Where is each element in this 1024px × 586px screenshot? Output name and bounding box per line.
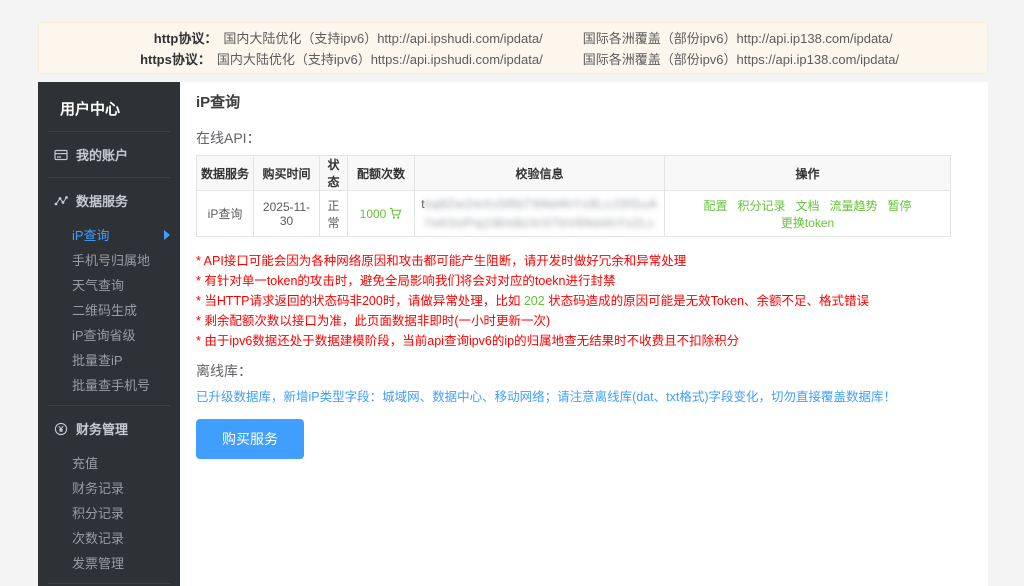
configure-link[interactable]: 配置 xyxy=(703,199,727,213)
api-table: 数据服务 购买时间 状态 配额次数 校验信息 操作 iP查询 2025-11-3… xyxy=(196,155,951,237)
col-header-check-info: 校验信息 xyxy=(414,155,665,191)
cell-status: 正常 xyxy=(319,190,348,237)
col-header-status: 状态 xyxy=(319,155,348,191)
sidebar-item-qrcode-generate[interactable]: 二维码生成 xyxy=(38,298,180,323)
table-row: iP查询 2025-11-30 正常 1000 tkq8Zw2mXv5RbT6N… xyxy=(196,190,951,237)
cell-operations: 配置 积分记录 文档 流量趋势 暂停更换token xyxy=(664,190,951,237)
online-api-label: 在线API： xyxy=(196,130,261,146)
sidebar-group-label: 数据服务 xyxy=(76,194,129,209)
warning-text: 状态码造成的原因可能是无效Token、余额不足、格式错误 xyxy=(544,294,870,308)
cell-purchase-time: 2025-11-30 xyxy=(253,190,320,237)
change-token-link[interactable]: 更换token xyxy=(781,216,834,230)
col-header-purchase-time: 购买时间 xyxy=(253,155,320,191)
sidebar-item-finance[interactable]: 财务管理 xyxy=(38,406,180,451)
card-icon xyxy=(54,149,68,160)
sidebar-title: 用户中心 xyxy=(60,101,121,118)
cell-service: iP查询 xyxy=(196,190,254,237)
http-international-url: 国际各洲覆盖（部份ipv6）http://api.ip138.com/ipdat… xyxy=(582,31,893,46)
cell-check-info: tkq8Zw2mXv5RbT6Nd4hYs9LcJ3fGuA7eK0oPiq1W… xyxy=(414,190,665,237)
masked-token: kq8Zw2mXv5RbT6Nd4hYs9LcJ3fGuA7eK0oPiq1Wm… xyxy=(423,196,658,230)
banner-row-http: http协议： 国内大陆优化（支持ipv6）http://api.ipshudi… xyxy=(39,28,987,49)
sidebar: 用户中心 我的账户 数据服务 iP查询 手机号归属地 天气查询 二维码生成 iP… xyxy=(38,82,180,586)
page-title: iP查询 xyxy=(196,94,241,111)
pause-link[interactable]: 暂停 xyxy=(888,199,912,213)
sidebar-item-batch-phone[interactable]: 批量查手机号 xyxy=(38,373,180,398)
sidebar-group-label: 我的账户 xyxy=(76,148,129,163)
https-protocol-label: https协议： xyxy=(140,52,211,67)
col-header-quota: 配额次数 xyxy=(347,155,415,191)
sidebar-item-finance-records[interactable]: 财务记录 xyxy=(38,476,180,501)
content-shell: 用户中心 我的账户 数据服务 iP查询 手机号归属地 天气查询 二维码生成 iP… xyxy=(38,82,988,586)
col-header-service: 数据服务 xyxy=(196,155,254,191)
http-protocol-label: http协议： xyxy=(153,31,218,46)
sidebar-item-my-account[interactable]: 我的账户 xyxy=(38,132,180,177)
cell-quota: 1000 xyxy=(347,190,415,237)
https-domestic-url: 国内大陆优化（支持ipv6）https://api.ipshudi.com/ip… xyxy=(216,52,543,67)
sidebar-item-weather-query[interactable]: 天气查询 xyxy=(38,273,180,298)
sidebar-item-recharge[interactable]: 充值 xyxy=(38,451,180,476)
offline-db-notice: 已升级数据库，新增iP类型字段：城域网、数据中心、移动网络；请注意离线库(dat… xyxy=(196,390,897,404)
warning-line: * 当HTTP请求返回的状态码非200时，请做异常处理，比如 202 状态码造成… xyxy=(196,291,972,311)
warning-line: * 由于ipv6数据还处于数据建模阶段，当前api查询ipv6的ip的归属地查无… xyxy=(196,334,740,348)
points-record-link[interactable]: 积分记录 xyxy=(737,199,785,213)
finance-submenu: 充值 财务记录 积分记录 次数记录 发票管理 xyxy=(38,451,180,583)
buy-service-button[interactable]: 购买服务 xyxy=(196,419,304,459)
table-header-row: 数据服务 购买时间 状态 配额次数 校验信息 操作 xyxy=(196,155,951,191)
offline-db-label: 离线库： xyxy=(196,363,252,379)
warning-line: * 剩余配额次数以接口为准，此页面数据非即时(一小时更新一次) xyxy=(196,314,551,328)
sidebar-item-batch-ip[interactable]: 批量查iP xyxy=(38,348,180,373)
warning-line: * API接口可能会因为各种网络原因和攻击都可能产生阻断，请开发时做好冗余和异常… xyxy=(196,254,687,268)
sidebar-item-phone-location[interactable]: 手机号归属地 xyxy=(38,248,180,273)
quota-value: 1000 xyxy=(359,206,387,221)
sidebar-group-label: 财务管理 xyxy=(76,422,129,437)
coin-icon xyxy=(54,422,68,435)
arrow-right-icon xyxy=(164,230,170,240)
col-header-operations: 操作 xyxy=(664,155,951,191)
traffic-trend-link[interactable]: 流量趋势 xyxy=(830,199,878,213)
sidebar-item-data-services[interactable]: 数据服务 xyxy=(38,178,180,223)
sidebar-item-ip-query-province[interactable]: iP查询省级 xyxy=(38,323,180,348)
sidebar-item-usage-records[interactable]: 次数记录 xyxy=(38,526,180,551)
warning-text: * 当HTTP请求返回的状态码非200时，请做异常处理，比如 xyxy=(196,294,524,308)
data-services-submenu: iP查询 手机号归属地 天气查询 二维码生成 iP查询省级 批量查iP 批量查手… xyxy=(38,223,180,405)
sidebar-item-points-records[interactable]: 积分记录 xyxy=(38,501,180,526)
docs-link[interactable]: 文档 xyxy=(795,199,819,213)
http-domestic-url: 国内大陆优化（支持ipv6）http://api.ipshudi.com/ipd… xyxy=(223,31,543,46)
sidebar-item-ip-query[interactable]: iP查询 xyxy=(38,223,180,248)
protocol-banner: http协议： 国内大陆优化（支持ipv6）http://api.ipshudi… xyxy=(38,22,988,74)
https-international-url: 国际各洲覆盖（部份ipv6）https://api.ip138.com/ipda… xyxy=(582,52,900,67)
sidebar-item-invoice-management[interactable]: 发票管理 xyxy=(38,551,180,576)
warning-line: * 有针对单一token的攻击时，避免全局影响我们将会对对应的toekn进行封禁 xyxy=(196,274,616,288)
status-code-202: 202 xyxy=(523,294,545,308)
banner-row-https: https协议： 国内大陆优化（支持ipv6）https://api.ipshu… xyxy=(39,49,987,70)
main-panel: iP查询 在线API： 数据服务 购买时间 状态 配额次数 校验信息 操作 iP xyxy=(180,82,988,586)
data-nodes-icon xyxy=(54,195,68,205)
api-warnings: * API接口可能会因为各种网络原因和攻击都可能产生阻断，请开发时做好冗余和异常… xyxy=(196,251,972,351)
sidebar-item-label: iP查询 xyxy=(72,228,110,243)
cart-icon[interactable] xyxy=(389,207,402,220)
